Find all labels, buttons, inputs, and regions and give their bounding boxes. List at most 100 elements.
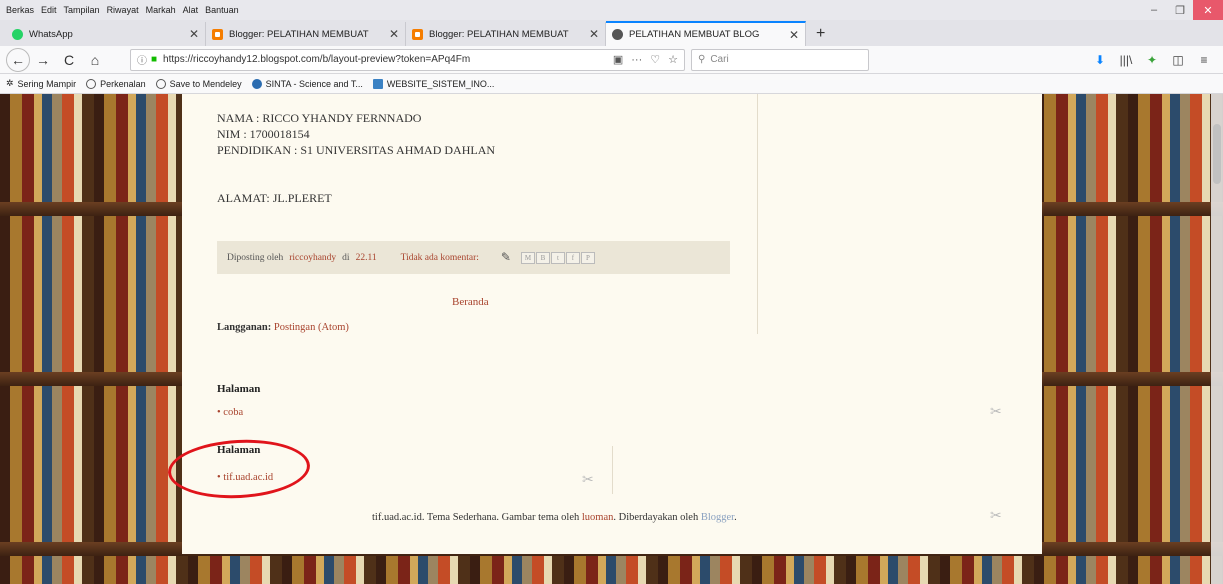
comments-link[interactable]: Tidak ada komentar: bbox=[401, 253, 479, 263]
post-time-link[interactable]: 22.11 bbox=[356, 253, 377, 263]
search-input[interactable]: ⚲ Cari bbox=[691, 48, 869, 71]
close-icon[interactable]: ✕ bbox=[189, 27, 199, 41]
close-icon[interactable]: ✕ bbox=[389, 27, 399, 41]
sinta-icon bbox=[251, 78, 262, 89]
bookmark-perkenalan[interactable]: Perkenalan bbox=[86, 78, 146, 89]
scrollbar-thumb[interactable] bbox=[1213, 124, 1221, 184]
library-icon[interactable]: |||\ bbox=[1113, 53, 1139, 67]
document-icon bbox=[372, 78, 383, 89]
menu-bar: Berkas Edit Tampilan Riwayat Markah Alat… bbox=[0, 0, 1223, 20]
footer-text: . bbox=[734, 512, 737, 523]
bookmark-label: SINTA - Science and T... bbox=[265, 78, 363, 89]
tab-pelatihan-active[interactable]: PELATIHAN MEMBUAT BLOG ✕ bbox=[606, 21, 806, 46]
menu-markah[interactable]: Markah bbox=[146, 5, 176, 15]
page-viewport: NAMA : RICCO YHANDY FERNNADO NIM : 17000… bbox=[0, 94, 1223, 584]
bookmark-label: Perkenalan bbox=[100, 78, 146, 89]
search-icon: ⚲ bbox=[698, 54, 706, 65]
bookmark-sering-mampir[interactable]: ✲ Sering Mampir bbox=[6, 78, 76, 89]
home-link[interactable]: Beranda bbox=[452, 296, 489, 308]
bookmark-sinta[interactable]: SINTA - Science and T... bbox=[251, 78, 363, 89]
tab-label: PELATIHAN MEMBUAT BLOG bbox=[629, 29, 760, 40]
extension-icon[interactable]: ✦ bbox=[1139, 53, 1165, 67]
twitter-share-icon[interactable]: t bbox=[550, 251, 565, 264]
reload-button[interactable]: C bbox=[56, 48, 82, 72]
tab-label: Blogger: PELATIHAN MEMBUAT bbox=[229, 28, 369, 40]
post-line-nim: NIM : 1700018154 bbox=[217, 127, 310, 141]
lock-icon: ■ bbox=[151, 54, 158, 65]
scrollbar[interactable] bbox=[1211, 94, 1223, 584]
post-body: NAMA : RICCO YHANDY FERNNADO NIM : 17000… bbox=[217, 110, 495, 158]
email-share-icon[interactable]: M bbox=[520, 251, 535, 264]
facebook-share-icon[interactable]: f bbox=[565, 251, 580, 264]
toolbar-icons: ⬇ |||\ ✦ ◫ ≡ bbox=[1087, 53, 1223, 67]
restore-button[interactable]: ❐ bbox=[1167, 0, 1193, 20]
menu-bantuan[interactable]: Bantuan bbox=[205, 5, 239, 15]
reader-view-icon[interactable]: ▣ bbox=[613, 53, 623, 66]
bookmark-label: Save to Mendeley bbox=[169, 78, 242, 89]
page-actions-icon[interactable]: ··· bbox=[631, 54, 642, 66]
post-line-name: NAMA : RICCO YHANDY FERNNADO bbox=[217, 111, 422, 125]
download-icon[interactable]: ⬇ bbox=[1087, 53, 1113, 67]
wrench-icon[interactable]: ✂ bbox=[582, 472, 594, 489]
author-link[interactable]: riccoyhandy bbox=[289, 253, 336, 263]
tab-blogger-2[interactable]: Blogger: PELATIHAN MEMBUAT ✕ bbox=[406, 22, 606, 46]
tab-label: Blogger: PELATIHAN MEMBUAT bbox=[429, 28, 569, 40]
window-controls: – ❐ ✕ bbox=[1141, 0, 1223, 20]
sidebar-icon[interactable]: ◫ bbox=[1165, 53, 1191, 67]
bookmark-save-to-mendeley[interactable]: Save to Mendeley bbox=[155, 78, 242, 89]
close-window-button[interactable]: ✕ bbox=[1193, 0, 1223, 20]
blog-share-icon[interactable]: B bbox=[535, 251, 550, 264]
bookmark-label: WEBSITE_SISTEM_INO... bbox=[386, 78, 495, 89]
pages-widget-title-1: Halaman bbox=[217, 383, 261, 395]
globe-icon bbox=[155, 78, 166, 89]
page-link-coba[interactable]: • coba bbox=[217, 407, 243, 418]
hamburger-menu-icon[interactable]: ≡ bbox=[1191, 53, 1217, 67]
menu-berkas[interactable]: Berkas bbox=[6, 5, 34, 15]
bookmarks-bar: ✲ Sering Mampir Perkenalan Save to Mende… bbox=[0, 74, 1223, 94]
pocket-icon[interactable]: ♡ bbox=[650, 53, 660, 66]
back-button[interactable]: ← bbox=[6, 47, 30, 72]
tab-label: WhatsApp bbox=[29, 28, 73, 40]
footer-text: tif.uad.ac.id. Tema Sederhana. Gambar te… bbox=[372, 512, 580, 523]
url-text[interactable]: https://riccoyhandy12.blogspot.com/b/lay… bbox=[163, 54, 605, 65]
pinterest-share-icon[interactable]: P bbox=[580, 251, 595, 264]
url-bar[interactable]: ⓘ ■ https://riccoyhandy12.blogspot.com/b… bbox=[130, 48, 685, 71]
subscribe-line: Langganan: Postingan (Atom) bbox=[217, 322, 349, 333]
menu-edit[interactable]: Edit bbox=[41, 5, 57, 15]
menu-riwayat[interactable]: Riwayat bbox=[107, 5, 139, 15]
close-icon[interactable]: ✕ bbox=[789, 28, 799, 42]
wrench-icon[interactable]: ✂ bbox=[990, 404, 1002, 421]
widget-divider bbox=[612, 446, 613, 494]
bookmark-label: Sering Mampir bbox=[17, 78, 77, 89]
search-placeholder: Cari bbox=[710, 54, 729, 65]
share-buttons: M B t f P bbox=[520, 251, 596, 264]
tab-strip: WhatsApp ✕ Blogger: PELATIHAN MEMBUAT ✕ … bbox=[0, 20, 1223, 46]
blogger-icon bbox=[412, 28, 423, 40]
pencil-icon[interactable]: ✎ bbox=[501, 250, 511, 265]
menu-alat[interactable]: Alat bbox=[183, 5, 199, 15]
site-footer: tif.uad.ac.id. Tema Sederhana. Gambar te… bbox=[372, 512, 737, 523]
bookmark-website-sistem[interactable]: WEBSITE_SISTEM_INO... bbox=[372, 78, 495, 89]
navigation-bar: ← → C ⌂ ⓘ ■ https://riccoyhandy12.blogsp… bbox=[0, 46, 1223, 74]
blogger-icon bbox=[212, 28, 223, 40]
post-address: ALAMAT: JL.PLERET bbox=[217, 191, 332, 205]
atom-feed-link[interactable]: Postingan (Atom) bbox=[274, 322, 349, 333]
home-button[interactable]: ⌂ bbox=[82, 48, 108, 72]
post-line-education: PENDIDIKAN : S1 UNIVERSITAS AHMAD DAHLAN bbox=[217, 143, 496, 157]
globe-icon bbox=[86, 78, 97, 89]
tab-whatsapp[interactable]: WhatsApp ✕ bbox=[6, 22, 206, 46]
gear-icon: ✲ bbox=[6, 78, 14, 88]
wrench-icon[interactable]: ✂ bbox=[990, 508, 1002, 525]
close-icon[interactable]: ✕ bbox=[589, 27, 599, 41]
column-divider bbox=[757, 94, 758, 334]
blogger-link[interactable]: Blogger bbox=[701, 512, 734, 523]
menu-tampilan[interactable]: Tampilan bbox=[64, 5, 100, 15]
tab-blogger-1[interactable]: Blogger: PELATIHAN MEMBUAT ✕ bbox=[206, 22, 406, 46]
minimize-button[interactable]: – bbox=[1141, 0, 1167, 20]
posted-by-label: Diposting oleh bbox=[227, 252, 284, 263]
new-tab-button[interactable]: + bbox=[806, 22, 835, 46]
bookmark-star-icon[interactable]: ☆ bbox=[668, 53, 678, 66]
forward-button[interactable]: → bbox=[30, 48, 56, 72]
theme-author-link[interactable]: luoman bbox=[582, 512, 614, 523]
info-icon[interactable]: ⓘ bbox=[137, 52, 147, 67]
